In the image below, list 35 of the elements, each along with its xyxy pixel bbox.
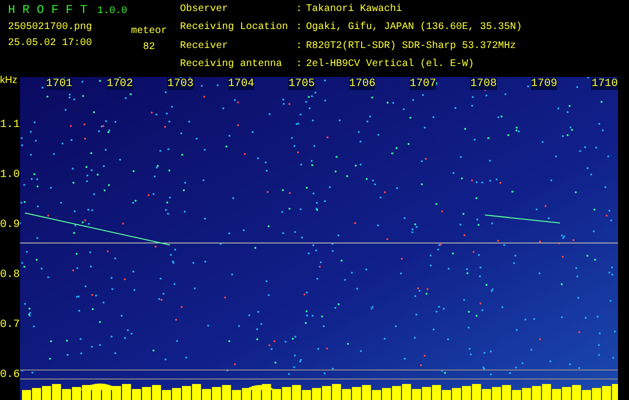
time-axis-label: 1709 — [530, 78, 558, 90]
version-label: 1.0.0 — [97, 6, 128, 18]
info-value: 2el-HB9CV Vertical (el. E-W) — [306, 58, 476, 72]
file-name: 2505021700.png — [8, 22, 94, 34]
info-value: Ogaki, Gifu, JAPAN (136.60E, 35.35N) — [306, 22, 522, 36]
info-separator: : — [296, 4, 304, 17]
y-axis-label: 0.9 — [0, 218, 20, 232]
app-title: H R O F F T — [8, 4, 88, 16]
time-axis-label: 1707 — [410, 78, 436, 90]
info-label: Receiving Location — [180, 22, 290, 36]
info-label: Observer — [180, 4, 230, 17]
time-axis-label: 1706 — [349, 78, 376, 90]
info-value: Takanori Kawachi — [306, 4, 404, 17]
y-axis-label: 1.0 — [0, 168, 20, 182]
info-separator: : — [296, 22, 304, 36]
info-label: Receiving antenna — [180, 58, 284, 72]
time-axis-label: 1702 — [106, 78, 134, 90]
info-separator: : — [296, 40, 304, 54]
y-axis-label: 1.1 — [0, 118, 20, 132]
meteor-label: meteor — [130, 26, 167, 38]
y-axis-label: 0.6 — [0, 368, 20, 382]
meteor-count: 82 — [142, 42, 155, 54]
y-axis-label: 0.8 — [0, 268, 20, 282]
time-axis-label: 1705 — [288, 78, 315, 90]
info-label: Receiver — [180, 40, 230, 54]
info-value: R820T2(RTL-SDR) SDR-Sharp 53.372MHz — [306, 40, 518, 54]
info-separator: : — [296, 58, 304, 72]
y-axis-label: 0.7 — [0, 318, 20, 332]
time-axis-label: 1703 — [167, 78, 194, 90]
time-axis-label: 1704 — [228, 78, 254, 90]
axis-unit: kHz — [0, 75, 18, 87]
time-axis-label: 1701 — [46, 78, 72, 90]
date-time: 25.05.02 17:00 — [8, 38, 94, 50]
time-axis-label: 1708 — [470, 78, 497, 90]
time-axis-label: 1710 — [591, 78, 618, 90]
